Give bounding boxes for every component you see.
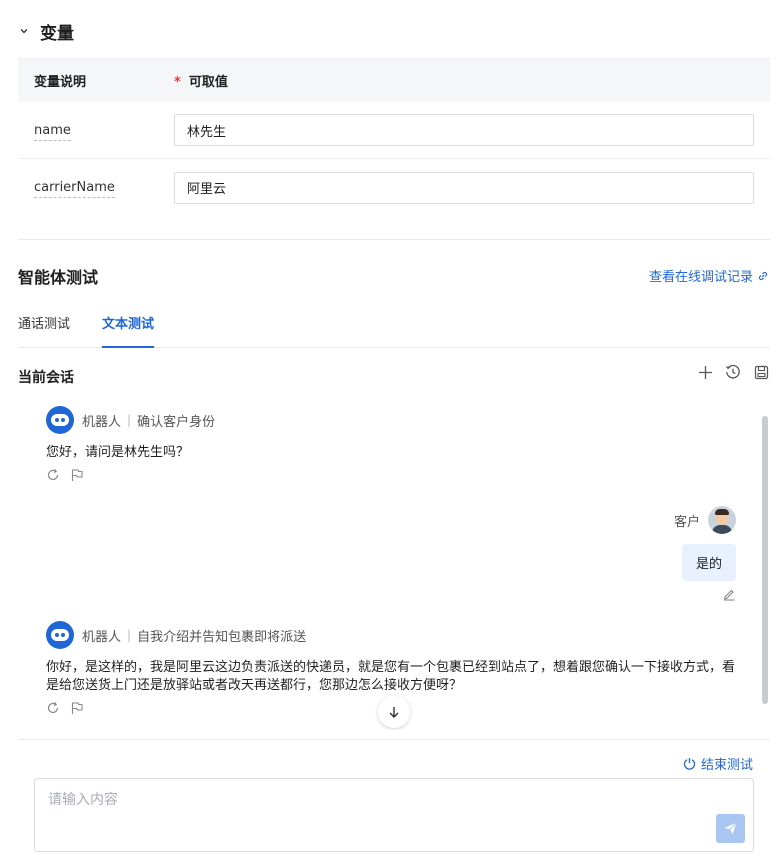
variable-name: carrierName: [34, 180, 115, 198]
message-actions: [46, 468, 736, 482]
bot-message-text: 您好，请问是林先生吗？: [46, 445, 190, 460]
history-icon[interactable]: [725, 364, 741, 380]
view-debug-log-link[interactable]: 查看在线调试记录: [649, 266, 769, 285]
chat-scrollbar[interactable]: [762, 416, 768, 704]
arrow-down-icon: [389, 707, 399, 718]
regenerate-icon[interactable]: [46, 701, 60, 715]
robot-avatar-icon: [46, 406, 74, 434]
agent-test-title: 智能体测试: [18, 268, 99, 287]
table-row: name: [18, 102, 770, 159]
user-message-bubble: 是的: [681, 544, 736, 581]
conversation-title: 当前会话: [18, 370, 74, 386]
user-message: 客户 是的: [674, 506, 736, 605]
link-icon: [758, 271, 768, 280]
bot-message: 机器人 | 确认客户身份 您好，请问是林先生吗？: [46, 406, 736, 482]
test-tabs: 通话测试 文本测试: [18, 314, 770, 348]
column-header-desc: 变量说明: [34, 75, 87, 90]
edit-icon[interactable]: [722, 587, 736, 605]
tab-call-test[interactable]: 通话测试: [18, 314, 70, 348]
regenerate-icon[interactable]: [46, 468, 60, 482]
required-mark: *: [174, 75, 181, 90]
flag-icon[interactable]: [70, 468, 84, 482]
bot-name: 机器人: [82, 629, 122, 645]
message-input-box: [34, 778, 754, 852]
user-name: 客户: [673, 514, 700, 530]
view-debug-log-label: 查看在线调试记录: [648, 270, 753, 285]
message-input[interactable]: [35, 779, 753, 851]
column-header-value-label: 可取值: [188, 75, 228, 90]
name-separator: |: [127, 413, 132, 427]
table-row: carrierName: [18, 159, 770, 216]
variable-name: name: [34, 122, 71, 141]
bot-stage: 自我介绍并告知包裹即将派送: [137, 629, 307, 645]
chat-divider: [18, 739, 770, 740]
bot-name: 机器人: [82, 414, 122, 430]
flag-icon[interactable]: [70, 701, 84, 715]
chevron-down-icon[interactable]: [18, 25, 30, 37]
send-button[interactable]: [716, 814, 745, 843]
bot-stage: 确认客户身份: [137, 414, 216, 430]
column-header-value: * 可取值: [174, 71, 228, 90]
variable-value-input[interactable]: [174, 171, 754, 204]
power-icon: [683, 758, 696, 770]
scroll-to-bottom-button[interactable]: [378, 696, 410, 728]
save-icon[interactable]: [753, 364, 769, 380]
tab-text-test[interactable]: 文本测试: [102, 314, 155, 348]
conversation-toolbar: [697, 364, 769, 380]
chat-area[interactable]: 机器人 | 确认客户身份 您好，请问是林先生吗？ 客户 是的 机器人 | 自我介…: [18, 400, 770, 730]
variables-title: 变量: [40, 23, 74, 44]
plus-icon[interactable]: [697, 364, 713, 380]
name-separator: |: [127, 628, 132, 642]
end-test-label: 结束测试: [700, 758, 753, 773]
variable-value-input[interactable]: [174, 114, 754, 146]
variables-table: 变量说明 * 可取值 name carrierName: [18, 58, 770, 216]
variables-table-header: 变量说明 * 可取值: [18, 58, 770, 102]
variables-header[interactable]: 变量: [18, 18, 74, 44]
end-test-button[interactable]: 结束测试: [683, 754, 753, 773]
customer-avatar: [708, 506, 736, 534]
bot-message-text: 你好，是这样的，我是阿里云这边负责派送的快递员，就是您有一个包裹已经到站点了，想…: [46, 660, 736, 693]
send-icon: [724, 822, 737, 835]
section-divider: [18, 239, 770, 240]
robot-avatar-icon: [46, 621, 74, 649]
